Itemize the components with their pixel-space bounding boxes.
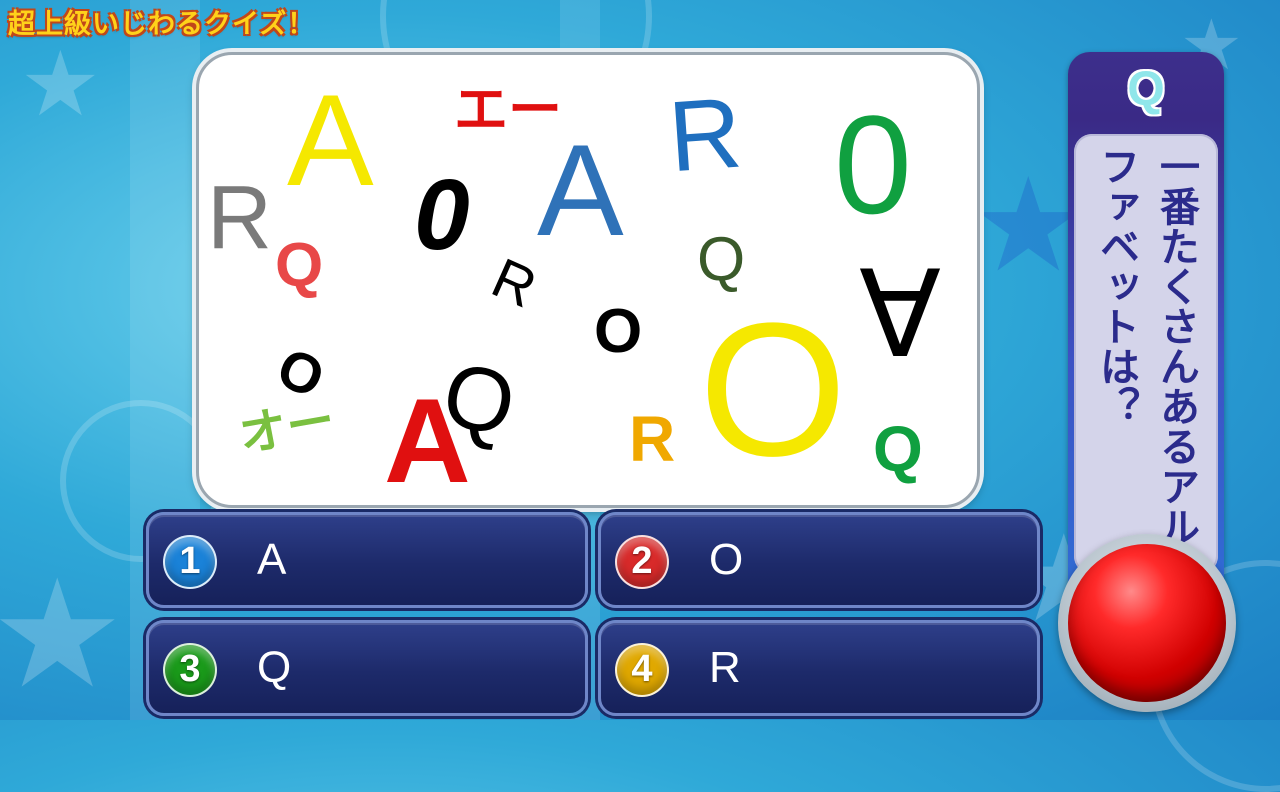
puzzle-glyph: R xyxy=(483,245,546,320)
answer-button-1[interactable]: 1 A xyxy=(146,512,588,608)
puzzle-glyph: R xyxy=(207,168,272,268)
question-marker: Q xyxy=(1127,63,1165,116)
buzzer-button[interactable] xyxy=(1068,544,1226,702)
puzzle-glyph: Q xyxy=(275,231,324,300)
puzzle-glyph: A xyxy=(287,67,374,213)
puzzle-glyph: O xyxy=(699,284,847,496)
puzzle-glyph: Q xyxy=(873,413,923,485)
puzzle-glyph: 0 xyxy=(414,159,470,271)
question-panel: Q 一番たくさんあるアルファベットは？ xyxy=(1068,52,1224,612)
answer-number-badge: 1 xyxy=(163,535,217,589)
game-title: 超上級いじわるクイズ！ xyxy=(8,9,316,40)
question-box: 一番たくさんあるアルファベットは？ xyxy=(1074,134,1218,574)
puzzle-glyph: オー xyxy=(235,394,339,463)
answer-button-3[interactable]: 3 Q xyxy=(146,620,588,716)
puzzle-glyph: ∀ xyxy=(859,248,942,382)
answer-number-badge: 2 xyxy=(615,535,669,589)
answer-button-4[interactable]: 4 R xyxy=(598,620,1040,716)
answer-label: R xyxy=(709,643,741,692)
puzzle-glyph: R xyxy=(665,76,746,194)
puzzle-board: A エー A R 0 R Q 0 R Q ∀ O O O Q A オー R Q xyxy=(196,52,980,508)
puzzle-glyph: Q xyxy=(697,225,746,294)
question-text: 一番たくさんあるアルファベットは？ xyxy=(1093,146,1199,546)
answer-label: A xyxy=(257,535,287,584)
answer-label: O xyxy=(709,535,744,584)
puzzle-glyph: R xyxy=(629,403,676,475)
puzzle-glyph: O xyxy=(594,297,643,366)
answer-number-badge: 3 xyxy=(163,643,217,697)
puzzle-glyph: 0 xyxy=(834,86,912,243)
answer-number-badge: 4 xyxy=(615,643,669,697)
answer-button-2[interactable]: 2 O xyxy=(598,512,1040,608)
puzzle-glyph: A xyxy=(537,117,624,263)
puzzle-glyph: A xyxy=(384,374,471,508)
star-icon: ★ xyxy=(20,32,101,137)
star-icon: ★ xyxy=(0,548,125,722)
answer-label: Q xyxy=(257,643,292,692)
